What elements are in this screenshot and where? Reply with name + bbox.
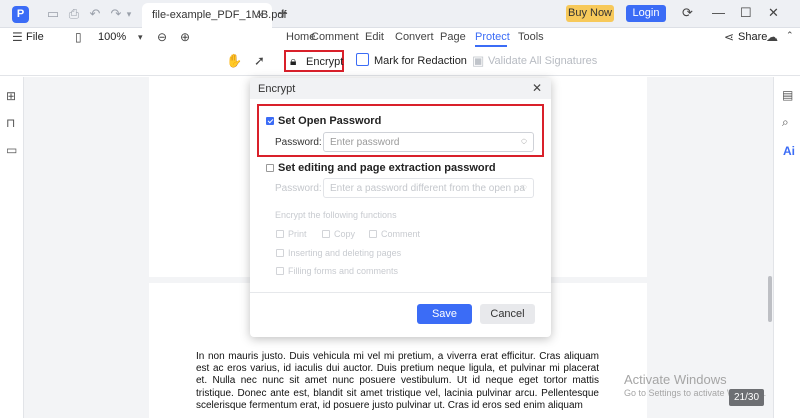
thumbnail-icon[interactable]: ⊞ bbox=[6, 89, 16, 103]
page-text: In non mauris justo. Duis vehicula mi ve… bbox=[196, 351, 599, 411]
login-button[interactable]: Login bbox=[626, 5, 666, 22]
chevron-down-icon[interactable]: ▾ bbox=[124, 6, 134, 22]
encrypt-functions-label: Encrypt the following functions bbox=[275, 210, 397, 220]
menu-bar: ☰ File ▯ 100% ▾ ⊖ ⊕ Home Comment Edit Co… bbox=[0, 28, 800, 48]
encrypt-dialog: Encrypt ✕ Set Open Password Password: En… bbox=[250, 78, 551, 337]
redo-icon[interactable]: ↷ bbox=[108, 6, 124, 22]
share-icon[interactable]: ⋖ bbox=[724, 30, 734, 44]
tab-protect[interactable]: Protect bbox=[475, 31, 510, 43]
zoom-dropdown-icon[interactable]: ▾ bbox=[138, 32, 143, 43]
left-sidebar: ⊞ ⊓ ▭ bbox=[0, 77, 24, 418]
properties-icon[interactable]: ▤ bbox=[782, 88, 793, 102]
zoom-level[interactable]: 100% bbox=[98, 31, 126, 43]
eye-hidden-icon[interactable]: ◌ bbox=[521, 136, 527, 147]
buy-now-button[interactable]: Buy Now bbox=[566, 5, 614, 22]
page-indicator: 21/30 bbox=[729, 389, 764, 406]
refresh-icon[interactable]: ⟳ bbox=[682, 5, 693, 21]
comment-checkbox[interactable] bbox=[369, 230, 377, 238]
eye-hidden-icon[interactable]: ◌ bbox=[521, 182, 527, 193]
cloud-icon[interactable]: ☁ bbox=[766, 30, 778, 44]
tab-convert[interactable]: Convert bbox=[395, 31, 434, 43]
tab-comment[interactable]: Comment bbox=[311, 31, 359, 43]
document-tab[interactable]: file-example_PDF_1MB.pdf × bbox=[142, 3, 287, 28]
tab-title: file-example_PDF_1MB.pdf bbox=[152, 9, 287, 21]
print-label: Print bbox=[288, 229, 307, 239]
bookmark-icon[interactable]: ⊓ bbox=[6, 116, 15, 130]
save-button[interactable]: Save bbox=[417, 304, 472, 324]
edit-password-input[interactable]: Enter a password different from the open… bbox=[323, 178, 534, 198]
redaction-icon bbox=[356, 53, 369, 66]
tab-edit[interactable]: Edit bbox=[365, 31, 384, 43]
undo-icon[interactable]: ↶ bbox=[87, 6, 103, 22]
fill-forms-checkbox[interactable] bbox=[276, 267, 284, 275]
copy-label: Copy bbox=[334, 229, 356, 239]
search-icon[interactable]: ⌕ bbox=[782, 115, 789, 130]
password-label: Password: bbox=[275, 137, 322, 148]
dialog-divider bbox=[250, 292, 551, 293]
page-view-icon[interactable]: ▯ bbox=[75, 30, 82, 44]
fill-forms-label: Filling forms and comments bbox=[288, 266, 399, 276]
zoom-out-icon[interactable]: ⊖ bbox=[157, 30, 167, 44]
insert-delete-label: Inserting and deleting pages bbox=[288, 248, 402, 258]
hand-tool-icon[interactable]: ✋ bbox=[226, 53, 242, 69]
print-icon[interactable]: ⎙ bbox=[66, 6, 82, 22]
comment-icon[interactable]: ▭ bbox=[6, 143, 17, 157]
tab-close-icon[interactable]: × bbox=[256, 7, 264, 22]
collapse-icon[interactable]: ⌃ bbox=[786, 30, 794, 41]
right-sidebar: ▤ ⌕ Ai bbox=[773, 77, 800, 418]
ai-assistant-icon[interactable]: Ai bbox=[783, 144, 795, 158]
encrypt-label: Encrypt bbox=[306, 56, 344, 68]
open-password-input[interactable]: Enter password ◌ bbox=[323, 132, 534, 152]
tab-tools[interactable]: Tools bbox=[518, 31, 544, 43]
comment-label: Comment bbox=[381, 229, 421, 239]
insert-delete-checkbox[interactable] bbox=[276, 249, 284, 257]
password-placeholder: Enter password bbox=[330, 137, 400, 148]
title-bar: P ▭ ⎙ ↶ ↷ ▾ file-example_PDF_1MB.pdf × +… bbox=[0, 0, 800, 28]
cancel-button[interactable]: Cancel bbox=[480, 304, 535, 324]
windows-watermark-title: Activate Windows bbox=[624, 372, 727, 387]
dialog-close-icon[interactable]: ✕ bbox=[532, 81, 542, 95]
edit-password-label: Set editing and page extraction password bbox=[278, 162, 496, 174]
open-password-label: Set Open Password bbox=[278, 115, 382, 127]
open-password-checkbox[interactable] bbox=[266, 117, 274, 125]
maximize-icon[interactable]: ☐ bbox=[740, 5, 752, 21]
encrypt-button[interactable]: 🔒︎ Encrypt bbox=[284, 50, 344, 72]
validate-signatures-button[interactable]: Validate All Signatures bbox=[488, 55, 597, 67]
protect-toolbar: ✋ ➚ 🔒︎ Encrypt Mark for Redaction ▣ Vali… bbox=[0, 48, 800, 76]
dialog-header: Encrypt ✕ bbox=[250, 78, 551, 99]
tab-page[interactable]: Page bbox=[440, 31, 466, 43]
zoom-in-icon[interactable]: ⊕ bbox=[180, 30, 190, 44]
password-placeholder-2: Enter a password different from the open… bbox=[330, 183, 525, 194]
hamburger-icon[interactable]: ☰ bbox=[12, 30, 23, 44]
app-logo-icon: P bbox=[12, 6, 29, 23]
password-label-2: Password: bbox=[275, 183, 322, 194]
scrollbar-thumb[interactable] bbox=[768, 276, 772, 322]
edit-password-checkbox[interactable] bbox=[266, 164, 274, 172]
save-icon[interactable]: ▭ bbox=[45, 6, 61, 22]
file-menu[interactable]: File bbox=[26, 31, 44, 43]
mark-for-redaction-button[interactable]: Mark for Redaction bbox=[374, 55, 467, 67]
close-icon[interactable]: ✕ bbox=[768, 5, 779, 21]
select-tool-icon[interactable]: ➚ bbox=[254, 53, 265, 69]
active-tab-indicator bbox=[475, 45, 507, 47]
share-button[interactable]: Share bbox=[738, 31, 767, 43]
signature-icon: ▣ bbox=[472, 53, 485, 68]
print-checkbox[interactable] bbox=[276, 230, 284, 238]
lock-icon: 🔒︎ bbox=[290, 54, 297, 68]
dialog-title: Encrypt bbox=[258, 83, 296, 95]
new-tab-icon[interactable]: + bbox=[278, 4, 288, 24]
copy-checkbox[interactable] bbox=[322, 230, 330, 238]
minimize-icon[interactable]: — bbox=[712, 5, 725, 20]
